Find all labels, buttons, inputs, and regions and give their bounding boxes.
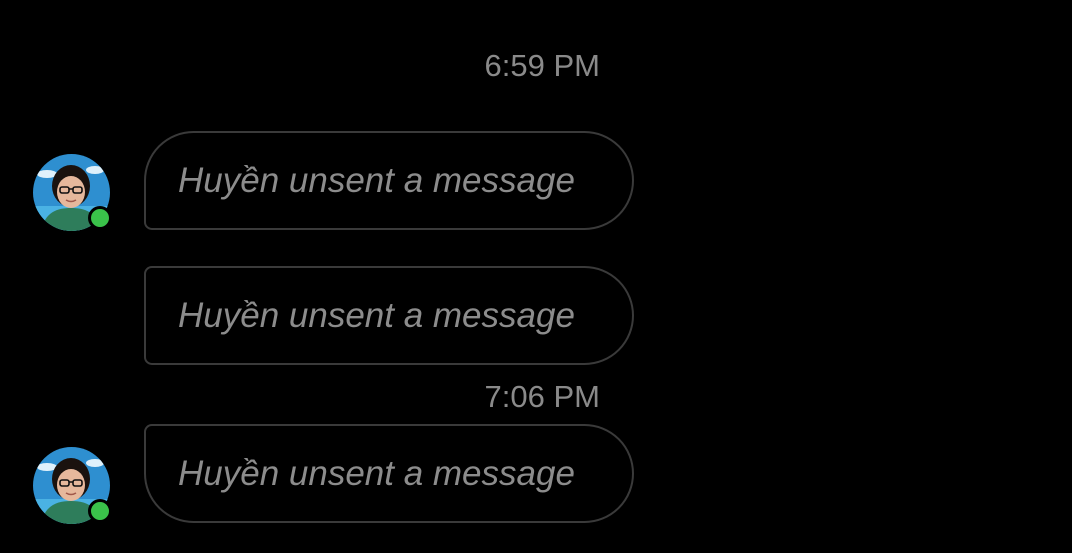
unsent-message-bubble[interactable]: Huyền unsent a message [144,131,634,230]
message-text: Huyền unsent a message [178,160,575,200]
online-status-indicator [88,206,112,230]
message-text: Huyền unsent a message [178,453,575,493]
avatar[interactable] [33,447,112,524]
unsent-message-bubble[interactable]: Huyền unsent a message [144,424,634,523]
unsent-message-bubble[interactable]: Huyền unsent a message [144,266,634,365]
message-text: Huyền unsent a message [178,295,575,335]
online-status-indicator [88,499,112,523]
avatar[interactable] [33,154,112,231]
timestamp: 6:59 PM [484,48,600,83]
timestamp: 7:06 PM [484,379,600,414]
